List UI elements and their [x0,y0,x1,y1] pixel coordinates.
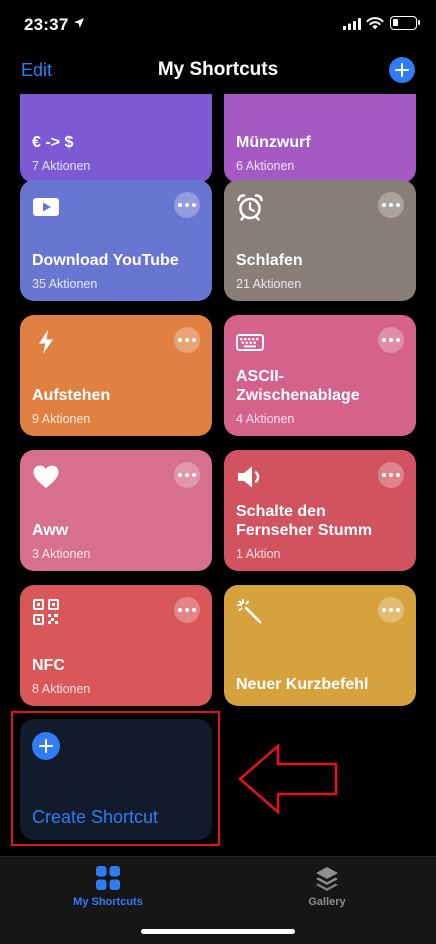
shortcut-card[interactable]: Schlafen 21 Aktionen [224,180,416,301]
shortcut-action-count: 8 Aktionen [32,682,91,696]
annotation-highlight-box [11,711,220,846]
speaker-mute-icon [238,466,260,488]
page-title: My Shortcuts [157,59,279,80]
keyboard-icon [236,334,264,351]
shortcut-title: Aufstehen [32,387,111,404]
shortcut-title: Aww [32,522,69,539]
wifi-icon [366,17,384,30]
magic-wand-icon [237,599,262,624]
heart-icon [33,465,59,488]
shortcut-action-count: 21 Aktionen [236,277,302,291]
navigation-bar: Edit My Shortcuts [0,50,436,94]
tab-label: My Shortcuts [73,896,143,908]
grid-icon [96,866,120,890]
status-time: 23:37 [24,15,69,34]
tab-my-shortcuts[interactable]: My Shortcuts [38,865,178,908]
shortcut-title: € -> $ [32,134,74,151]
shortcut-action-count: 9 Aktionen [32,412,91,426]
shortcut-title: Schlafen [236,252,303,269]
shortcut-action-count: 3 Aktionen [32,547,91,561]
shortcut-card[interactable]: Neuer Kurzbefehl [224,585,416,706]
tab-gallery[interactable]: Gallery [257,865,397,908]
shortcut-action-count: 4 Aktionen [236,412,295,426]
more-options-button[interactable] [378,192,404,218]
shortcut-title: Neuer Kurzbefehl [236,676,369,693]
location-arrow-icon [74,18,84,28]
shortcut-card[interactable]: Download YouTube 35 Aktionen [20,180,212,301]
cellular-signal-icon [343,18,361,30]
more-options-button[interactable] [174,462,200,488]
alarm-clock-icon [237,194,263,221]
shortcut-action-count: 1 Aktion [236,547,281,561]
shortcut-card[interactable]: ASCII-Zwischenablage 4 Aktionen [224,315,416,436]
annotation-arrow-icon [238,744,338,814]
more-options-button[interactable] [174,192,200,218]
battery-level [393,19,398,26]
play-video-icon [33,198,59,216]
shortcut-title: Münzwurf [236,134,311,151]
lightning-icon [39,330,53,354]
more-options-button[interactable] [378,327,404,353]
shortcut-title: ASCII-Zwischenablage [236,368,360,404]
shortcut-card[interactable]: NFC 8 Aktionen [20,585,212,706]
shortcut-title: Download YouTube [32,252,179,269]
qr-code-icon [33,599,59,625]
shortcut-card[interactable]: Aufstehen 9 Aktionen [20,315,212,436]
shortcut-grid: € -> $ 7 Aktionen Münzwurf 6 Aktionen Do… [0,94,436,856]
shortcut-card[interactable]: Aww 3 Aktionen [20,450,212,571]
add-shortcut-button[interactable] [389,57,415,83]
shortcut-action-count: 6 Aktionen [236,159,295,173]
more-options-button[interactable] [378,597,404,623]
shortcut-action-count: 7 Aktionen [32,159,91,173]
home-indicator[interactable] [141,929,295,934]
shortcut-card[interactable]: € -> $ 7 Aktionen [20,94,212,183]
shortcut-title: NFC [32,657,65,674]
status-bar: 23:37 [0,0,436,50]
shortcut-title: Schalte den Fernseher Stumm [236,503,373,539]
more-options-button[interactable] [378,462,404,488]
tab-label: Gallery [308,896,346,908]
shortcut-card[interactable]: Münzwurf 6 Aktionen [224,94,416,183]
layers-icon [316,867,338,891]
battery-icon [390,16,420,30]
shortcut-card[interactable]: Schalte den Fernseher Stumm 1 Aktion [224,450,416,571]
more-options-button[interactable] [174,327,200,353]
more-options-button[interactable] [174,597,200,623]
shortcut-action-count: 35 Aktionen [32,277,98,291]
